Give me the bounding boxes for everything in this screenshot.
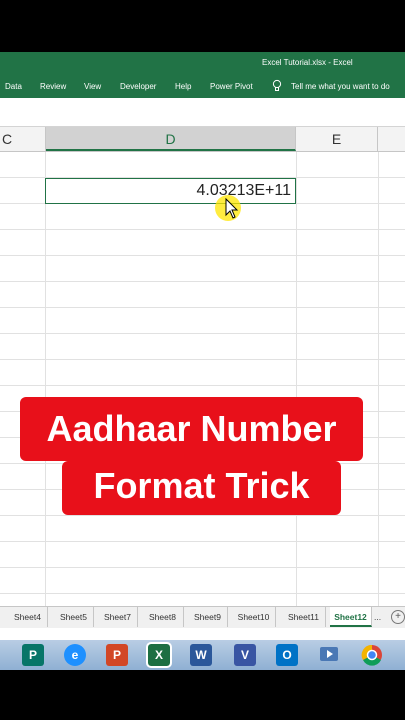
more-sheets[interactable]: ... [374,607,381,627]
tab-view[interactable]: View [84,82,101,91]
sheet-tab[interactable]: Sheet9 [188,607,228,627]
worksheet-grid[interactable]: 4.03213E+11 [0,152,405,606]
ribbon-tabs: Data Review View Developer Help Power Pi… [0,74,405,98]
windows-taskbar: P e P X W V O [0,640,405,670]
formula-area [0,98,405,127]
sheet-tab[interactable]: Sheet5 [54,607,94,627]
status-bar [0,628,405,640]
tab-help[interactable]: Help [175,82,191,91]
outlook-icon[interactable]: O [276,644,298,666]
sheet-tab[interactable]: Sheet11 [282,607,326,627]
top-letterbox [0,0,405,52]
sheet-tab[interactable]: Sheet8 [142,607,184,627]
selected-cell[interactable]: 4.03213E+11 [45,178,296,204]
sheet-tab-bar: Sheet4 Sheet5 Sheet7 Sheet8 Sheet9 Sheet… [0,606,405,629]
media-player-icon[interactable] [318,644,340,666]
add-sheet-icon[interactable]: + [391,610,405,624]
column-headers: C D E [0,127,405,152]
column-header-c[interactable]: C [0,127,46,151]
sheet-tab[interactable]: Sheet4 [8,607,48,627]
column-header-e[interactable]: E [296,127,378,151]
visio-icon[interactable]: V [234,644,256,666]
tab-developer[interactable]: Developer [120,82,156,91]
publisher-icon[interactable]: P [22,644,44,666]
sheet-tab[interactable]: Sheet10 [232,607,276,627]
gridline [378,152,379,606]
window-title: Excel Tutorial.xlsx - Excel [262,58,353,67]
internet-explorer-icon[interactable]: e [64,644,86,666]
tab-power-pivot[interactable]: Power Pivot [210,82,253,91]
column-header-d[interactable]: D [46,127,296,151]
tell-me-search[interactable]: Tell me what you want to do [291,82,390,91]
gridline [45,152,46,606]
tab-data[interactable]: Data [5,82,22,91]
word-icon[interactable]: W [190,644,212,666]
gridline [296,152,297,606]
bottom-letterbox [0,670,405,720]
chrome-icon[interactable] [361,644,383,666]
powerpoint-icon[interactable]: P [106,644,128,666]
video-title-overlay: Aadhaar Number Format Trick [20,397,363,515]
lightbulb-icon [272,79,282,91]
sheet-tab-active[interactable]: Sheet12 [330,607,372,627]
sheet-tab[interactable]: Sheet7 [98,607,138,627]
title-line-1: Aadhaar Number [20,397,363,461]
title-bar: Excel Tutorial.xlsx - Excel [0,52,405,74]
mouse-cursor-icon [215,195,241,221]
title-line-2: Format Trick [62,461,341,515]
excel-icon[interactable]: X [146,642,172,668]
tab-review[interactable]: Review [40,82,66,91]
